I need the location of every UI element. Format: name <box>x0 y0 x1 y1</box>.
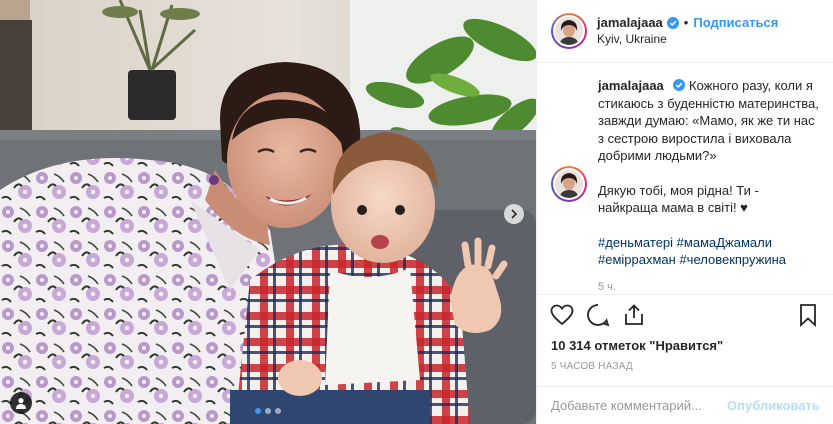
add-comment-bar: Опубликовать <box>537 386 833 424</box>
caption-username[interactable]: jamalajaaa <box>598 78 664 93</box>
hashtag-link[interactable]: #деньматері <box>598 235 673 250</box>
caption-area: jamalajaaa Кожного разу, коли я стикаюсь… <box>537 63 833 294</box>
separator-dot: • <box>683 15 689 30</box>
hashtag-link[interactable]: #человекпружина <box>679 252 786 267</box>
publish-button[interactable]: Опубликовать <box>727 398 820 413</box>
post-author-username[interactable]: jamalajaaa <box>597 15 663 31</box>
photo-scene <box>0 0 536 424</box>
post-location[interactable]: Kyiv, Ukraine <box>597 31 778 47</box>
post-photo[interactable] <box>0 0 536 424</box>
bookmark-icon <box>800 303 816 327</box>
avatar[interactable] <box>551 13 587 49</box>
caption-thanks: Дякую тобі, моя рідна! Ти - найкраща мам… <box>598 182 759 216</box>
post-side-panel: jamalajaaa • Подписаться Kyiv, Ukraine j… <box>536 0 833 424</box>
verified-badge-icon <box>666 17 679 29</box>
likes-count[interactable]: 10 314 отметок "Нравится" <box>537 334 833 356</box>
carousel-next-button[interactable] <box>504 204 524 224</box>
comment-bubble-icon <box>587 303 610 326</box>
avatar-image <box>555 17 583 45</box>
caption-text: jamalajaaa Кожного разу, коли я стикаюсь… <box>598 77 819 294</box>
post-header: jamalajaaa • Подписаться Kyiv, Ukraine <box>537 0 833 63</box>
heart-icon <box>550 304 574 325</box>
carousel-dot <box>275 408 281 414</box>
carousel-dot <box>265 408 271 414</box>
share-icon <box>625 303 643 325</box>
comment-input[interactable] <box>551 398 727 413</box>
share-button[interactable] <box>621 302 647 328</box>
carousel-indicator <box>0 408 536 414</box>
hashtag-link[interactable]: #еміррахман <box>598 252 676 267</box>
verified-badge-icon <box>673 79 686 91</box>
save-button[interactable] <box>795 302 821 328</box>
post-age[interactable]: 5 ЧАСОВ НАЗАД <box>537 356 833 376</box>
action-bar <box>537 294 833 334</box>
caption-avatar[interactable] <box>551 166 587 202</box>
chevron-right-icon <box>511 209 518 219</box>
like-button[interactable] <box>549 302 575 328</box>
hashtag-link[interactable]: #мамаДжамали <box>677 235 772 250</box>
instagram-post: jamalajaaa • Подписаться Kyiv, Ukraine j… <box>0 0 833 424</box>
hashtag-list: #деньматері #мамаДжамали #еміррахман #че… <box>598 234 819 269</box>
carousel-dot <box>255 408 261 414</box>
comment-button[interactable] <box>585 302 611 328</box>
follow-button[interactable]: Подписаться <box>693 15 778 31</box>
caption-timestamp: 5 ч. <box>598 280 616 293</box>
caption-avatar-image <box>555 170 583 198</box>
